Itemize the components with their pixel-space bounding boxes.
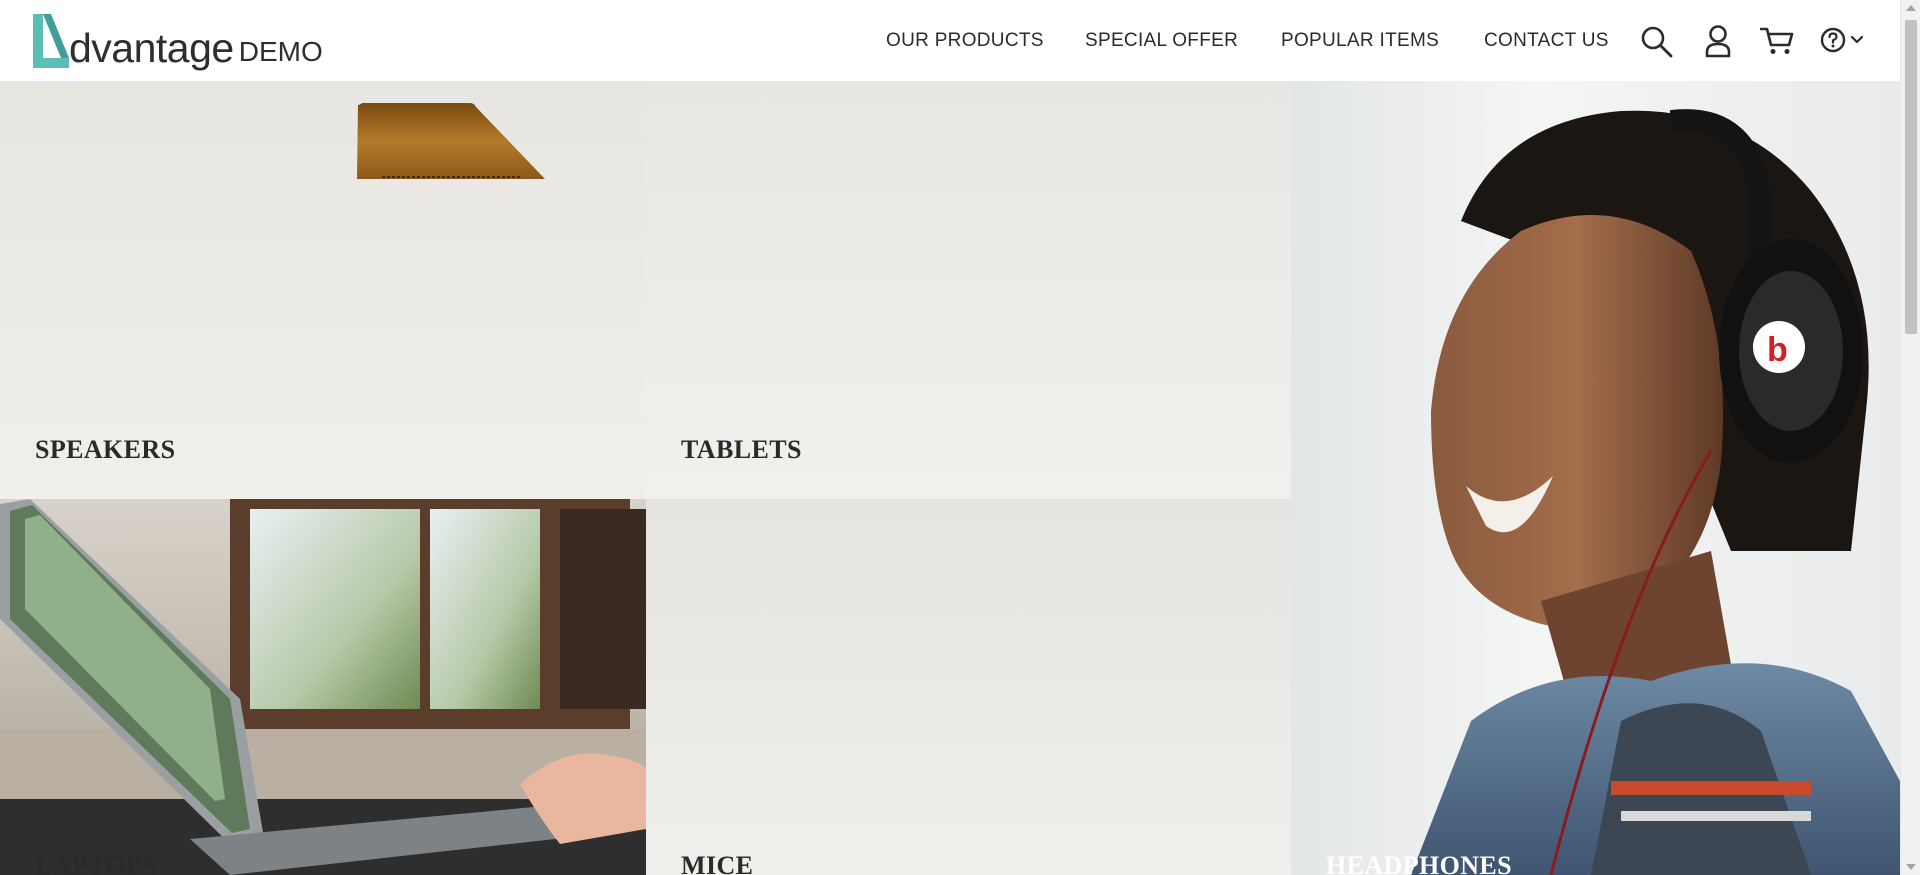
nav-popular-items[interactable]: POPULAR ITEMS [1281, 30, 1439, 52]
nav-contact-us[interactable]: CONTACT US [1484, 30, 1609, 52]
help-menu-button[interactable] [1820, 27, 1864, 53]
scroll-down-arrow-icon[interactable] [1906, 864, 1916, 870]
cart-icon [1760, 27, 1794, 54]
category-tile-laptops[interactable]: LAPTOPS [0, 499, 646, 875]
help-icon [1820, 27, 1846, 53]
nav-special-offer[interactable]: SPECIAL OFFER [1085, 30, 1238, 52]
page-scrollbar[interactable] [1900, 0, 1920, 875]
category-title-laptops: LAPTOPS [35, 851, 158, 875]
category-tile-tablets[interactable]: TABLETS [646, 81, 1291, 499]
category-title-tablets: TABLETS [681, 435, 802, 464]
advantage-a-logo-icon [33, 14, 69, 68]
nav-our-products[interactable]: OUR PRODUCTS [886, 30, 1044, 52]
category-tile-speakers[interactable]: SPEAKERS [0, 81, 646, 499]
laptop-lifestyle-image [0, 499, 646, 875]
search-button[interactable] [1640, 25, 1673, 58]
chevron-down-icon [1850, 35, 1864, 44]
category-title-speakers: SPEAKERS [35, 435, 176, 464]
headphones-lifestyle-image: b [1411, 109, 1900, 875]
scrollbar-thumb[interactable] [1905, 20, 1917, 334]
category-title-headphones: HEADPHONES [1326, 851, 1513, 875]
category-tile-headphones[interactable]: b HEADPHONES [1291, 81, 1900, 875]
svg-text:b: b [1767, 331, 1788, 369]
logo-demo-suffix: DEMO [238, 36, 323, 67]
user-menu-button[interactable] [1704, 24, 1732, 58]
advantage-logo[interactable]: dvantage DEMO [29, 12, 323, 70]
user-icon [1705, 25, 1731, 58]
category-title-mice: MICE [681, 851, 754, 875]
shopping-cart-button[interactable] [1760, 26, 1794, 56]
scroll-up-arrow-icon[interactable] [1906, 5, 1916, 11]
search-icon [1641, 26, 1673, 58]
top-header: dvantage DEMO OUR PRODUCTS SPECIAL OFFER… [0, 0, 1900, 81]
category-tile-mice[interactable]: MICE [646, 499, 1291, 875]
logo-word: dvantage [69, 25, 234, 71]
